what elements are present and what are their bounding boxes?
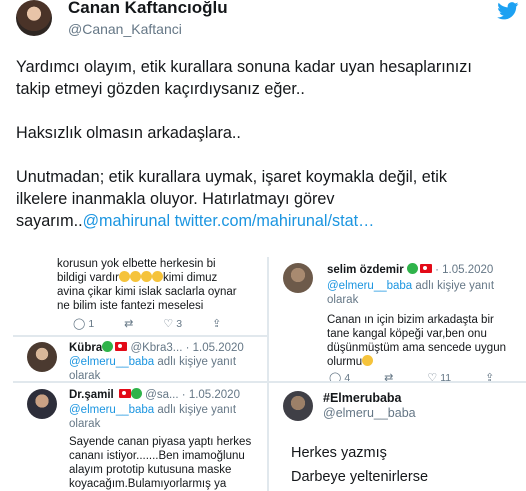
tweet-line: Unutmadan; etik kurallara uymak, işaret … [16, 168, 447, 186]
retweet-button[interactable]: ⇄ [124, 317, 133, 330]
user-name[interactable]: Dr.şamil [69, 389, 114, 401]
laughing-emoji-icon [152, 271, 163, 282]
reply-text: Canan ın için bizim arkadaşta bir tane k… [327, 314, 506, 368]
user-handle: @sa... [145, 389, 179, 401]
like-button[interactable]: ♡ 3 [163, 317, 182, 331]
user-name[interactable]: Kübra [69, 342, 102, 354]
tweet-text: Yardımcı olayım, etik kurallara sonuna k… [16, 56, 516, 232]
share-icon: ⇪ [485, 372, 495, 381]
reply-card: Dr.şamil @sa... · 1.05.2020 @elmeru__bab… [13, 383, 267, 491]
reply-card: selim özdemir · 1.05.2020 @elmeru__baba … [269, 257, 526, 381]
green-circle-icon [130, 388, 142, 399]
reply-to-mention[interactable]: @elmeru__baba [327, 280, 412, 292]
user-handle: @elmeru__baba [323, 406, 416, 420]
laughing-emoji-icon [141, 271, 152, 282]
reply-text: Herkes yazmış Darbeye yeltenirlerse [291, 445, 429, 485]
share-button[interactable]: ⇪ [485, 371, 494, 381]
reply-icon: ◯ [73, 318, 86, 330]
tweet-line: takip etmeyi gözden kaçırdıysanız eğer.. [16, 80, 305, 98]
tweet-line: ilkelere inanmakla oluyor. Hatırlatmayı … [16, 190, 335, 208]
author-handle[interactable]: @Canan_Kaftanci [68, 21, 182, 37]
reply-card: Kübra @Kbra3... · 1.05.2020 @elmeru__bab… [13, 337, 267, 381]
green-circle-icon [406, 263, 418, 274]
author-name[interactable]: Canan Kaftancıoğlu [68, 0, 228, 18]
reply-text: korusun yok elbette herkesin bi bildigi … [57, 258, 237, 312]
share-button[interactable]: ⇪ [212, 317, 221, 330]
tweet-line: sayarım..@mahirunal twitter.com/mahiruna… [16, 212, 375, 230]
like-icon: ♡ [163, 318, 174, 330]
reply-actions: ◯ 1 ⇄ ♡ 3 ⇪ [73, 317, 221, 331]
user-avatar[interactable] [27, 342, 57, 372]
reply-actions: ◯ 4 ⇄ ♡ 11 ⇪ [329, 371, 494, 382]
turkish-flag-icon [115, 342, 128, 351]
user-handle: @Kbra3... [130, 342, 183, 354]
reply-date: 1.05.2020 [442, 264, 494, 276]
user-name[interactable]: selim özdemir [327, 264, 404, 276]
user-name[interactable]: #Elmerubaba [323, 391, 416, 406]
retweet-button[interactable]: ⇄ [384, 371, 393, 381]
tweet-line: Yardımcı olayım, etik kurallara sonuna k… [16, 58, 472, 76]
reply-to-mention[interactable]: @elmeru__baba [69, 404, 154, 416]
like-icon: ♡ [427, 372, 438, 381]
user-avatar[interactable] [27, 389, 57, 419]
reply-button[interactable]: ◯ 4 [329, 371, 350, 382]
reply-to-mention[interactable]: @elmeru__baba [69, 356, 154, 368]
reply-date: 1.05.2020 [192, 342, 244, 354]
tweet-line: Haksızlık olmasın arkadaşlara.. [16, 124, 241, 142]
user-avatar[interactable] [283, 391, 313, 421]
reply-date: 1.05.2020 [188, 389, 240, 401]
retweet-icon: ⇄ [384, 372, 394, 381]
reply-button[interactable]: ◯ 1 [73, 317, 94, 331]
turkish-flag-icon [118, 389, 131, 398]
reply-card: #Elmerubaba @elmeru__baba Herkes yazmış … [269, 383, 526, 491]
retweet-icon: ⇄ [124, 318, 134, 330]
author-avatar[interactable] [16, 0, 52, 36]
twitter-bird-icon[interactable] [497, 2, 519, 20]
user-avatar[interactable] [283, 263, 313, 293]
laughing-emoji-icon [119, 271, 130, 282]
like-button[interactable]: ♡ 11 [427, 371, 451, 382]
mention-link[interactable]: @mahirunal [83, 212, 171, 230]
share-icon: ⇪ [212, 318, 222, 330]
attached-screenshot[interactable]: korusun yok elbette herkesin bi bildigi … [13, 257, 526, 491]
green-circle-icon [102, 341, 114, 352]
turkish-flag-icon [419, 264, 432, 273]
laughing-emoji-icon [130, 271, 141, 282]
status-link[interactable]: twitter.com/mahirunal/stat… [175, 212, 375, 230]
reply-text: Sayende canan piyasa yaptı herkes cananı… [69, 436, 252, 490]
grin-emoji-icon [362, 355, 374, 366]
reply-card: korusun yok elbette herkesin bi bildigi … [13, 257, 267, 335]
reply-icon: ◯ [329, 372, 342, 381]
tweet-header: Canan Kaftancıoğlu @Canan_Kaftanci [0, 0, 526, 46]
